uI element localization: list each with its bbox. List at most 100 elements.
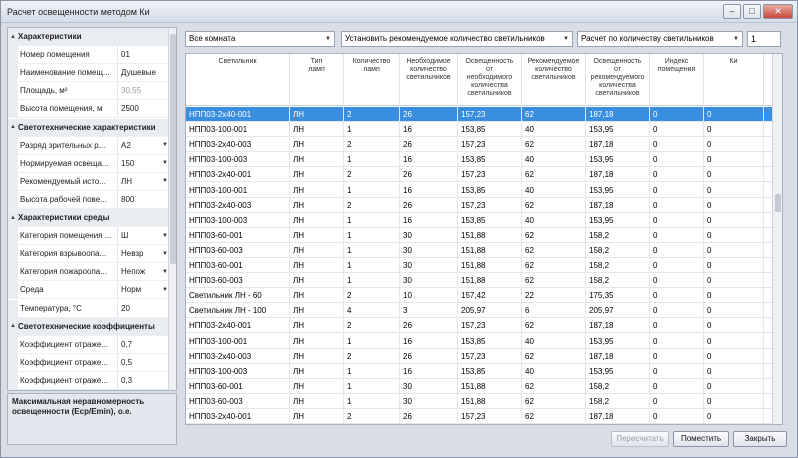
property-value[interactable]: 01 (118, 50, 170, 59)
table-row[interactable]: НПП03-2х40-001 ЛН 2 26 157,23 62 187,18 0 0 (186, 409, 774, 424)
table-row[interactable]: НПП03-60-003 ЛН 1 30 151,88 62 158,2 0 0 (186, 273, 774, 289)
property-category[interactable]: ▲ Светотехнические характеристики (8, 118, 170, 137)
table-row[interactable]: НПП03-100-003 ЛН 1 16 153,85 40 153,95 0 0 (186, 212, 774, 228)
table-cell: 1 (344, 212, 400, 228)
close-button[interactable]: Закрыть (733, 431, 787, 447)
table-scrollbar[interactable] (772, 54, 782, 424)
table-row[interactable]: НПП03-2х40-001 ЛН 2 26 157,23 62 187,18 0 0 (186, 318, 774, 334)
property-row[interactable]: Коэффициент запаса1,3 (8, 390, 170, 391)
row-gutter (8, 245, 18, 263)
collapse-icon[interactable]: ▲ (8, 215, 18, 221)
property-category[interactable]: ▲ Характеристики среды (8, 209, 170, 227)
table-cell: 30 (400, 242, 458, 258)
column-header[interactable]: Светильник (186, 54, 290, 106)
property-value[interactable]: 0,7 (118, 340, 170, 349)
collapse-icon[interactable]: ▲ (8, 323, 18, 329)
property-value[interactable]: 800 (118, 195, 170, 204)
property-value[interactable]: Непож (118, 267, 160, 276)
property-value[interactable]: Душевые (118, 68, 170, 77)
property-row[interactable]: Нормируемая освеща... 150 ▼ (8, 154, 170, 173)
property-grid-scrollbar[interactable] (168, 28, 176, 390)
main-window: Расчет освещенности методом Ки – □ ✕ ▲ Ха… (0, 0, 798, 458)
recommend-select[interactable]: Установить рекомендуемое количество свет… (341, 31, 573, 47)
property-row[interactable]: Площадь, м² 30,55 (8, 82, 170, 101)
collapse-icon[interactable]: ▲ (8, 34, 18, 40)
property-row[interactable]: Номер помещения 01 (8, 46, 170, 65)
column-header[interactable]: Освещенность от необходимого количества … (458, 54, 522, 106)
table-cell: 62 (522, 197, 586, 213)
column-header[interactable]: Количество ламп (344, 54, 400, 106)
property-value[interactable]: 30,55 (118, 86, 170, 95)
table-cell: 0 (704, 288, 764, 304)
table-row[interactable]: НПП03-60-003 ЛН 1 30 151,88 62 158,2 0 0 (186, 242, 774, 258)
table-row[interactable]: Светильник ЛН - 100 ЛН 4 3 205,97 6 205,97 0 0 (186, 303, 774, 319)
column-header[interactable]: Освещенность от рекомендуемого количеств… (586, 54, 650, 106)
column-header[interactable]: Необходимое количество светильников (400, 54, 458, 106)
column-header[interactable]: Ки (704, 54, 764, 106)
property-row[interactable]: Категория взрывоопа... Невзр ▼ (8, 245, 170, 264)
property-value[interactable]: 2500 (118, 104, 170, 113)
property-category[interactable]: ▲ Светотехнические коэффициенты (8, 317, 170, 336)
property-value[interactable]: А2 (118, 141, 160, 150)
property-row[interactable]: Разряд зрительных р... А2 ▼ (8, 136, 170, 155)
table-row[interactable]: НПП03-100-001 ЛН 1 16 153,85 40 153,95 0 0 (186, 182, 774, 198)
property-row[interactable]: Коэффициент отраже... 0,3 (8, 371, 170, 390)
place-button[interactable]: Поместить (673, 431, 729, 447)
count-input[interactable]: 1 (747, 31, 781, 47)
close-icon[interactable]: ✕ (763, 4, 793, 19)
window-title: Расчет освещенности методом Ки (7, 7, 150, 17)
table-cell: 26 (400, 409, 458, 424)
table-row[interactable]: НПП03-60-003 ЛН 1 30 151,88 62 158,2 0 0 (186, 393, 774, 409)
table-row[interactable]: НПП03-60-001 ЛН 1 30 151,88 62 158,2 0 0 (186, 258, 774, 273)
table-cell: 6 (522, 303, 586, 319)
property-value[interactable]: Норм (118, 285, 160, 294)
property-name: Коэффициент отраже... (18, 371, 118, 389)
table-row[interactable]: НПП03-100-001 ЛН 1 16 153,85 40 153,95 0 0 (186, 122, 774, 138)
minimize-icon[interactable]: – (723, 4, 741, 19)
property-value[interactable]: Невзр (118, 249, 160, 258)
property-row[interactable]: Высота рабочей пове... 800 (8, 190, 170, 209)
property-value[interactable]: 0,5 (118, 358, 170, 367)
column-header[interactable]: Рекомендуемое количество светильников (522, 54, 586, 106)
property-category[interactable]: ▲ Характеристики (8, 28, 170, 46)
table-row[interactable]: НПП03-60-001 ЛН 1 30 151,88 62 158,2 0 0 (186, 378, 774, 394)
property-row[interactable]: Категория помещения ... Ш ▼ (8, 227, 170, 246)
property-row[interactable]: Категория пожароопа... Непож ▼ (8, 263, 170, 282)
property-value[interactable]: 150 (118, 159, 160, 168)
property-row[interactable]: Температура, °С 20 (8, 299, 170, 318)
column-header[interactable]: Индекс помещения (650, 54, 704, 106)
table-cell: 0 (650, 182, 704, 198)
table-row[interactable]: НПП03-100-003 ЛН 1 16 153,85 40 153,95 0 0 (186, 152, 774, 168)
property-row[interactable]: Высота помещения, м 2500 (8, 100, 170, 119)
table-cell: 205,97 (458, 303, 522, 319)
property-row[interactable]: Коэффициент отраже... 0,7 (8, 335, 170, 354)
collapse-icon[interactable]: ▲ (8, 124, 18, 130)
room-select[interactable]: Все комната ▼ (185, 31, 335, 47)
calc-mode-select[interactable]: Расчет по количеству светильников ▼ (577, 31, 743, 47)
table-row[interactable]: НПП03-2х40-001 ЛН 2 26 157,23 62 187,18 0 0 (186, 167, 774, 183)
table-row[interactable]: НПП03-2х40-001 ЛН 2 26 157,23 62 187,18 0 0 (186, 107, 774, 122)
table-row[interactable]: НПП03-100-001 ЛН 1 16 153,85 40 153,95 0 0 (186, 333, 774, 349)
recalc-button[interactable]: Пересчитать (611, 431, 669, 447)
property-row[interactable]: Рекомендуемый исто... ЛН ▼ (8, 172, 170, 191)
table-cell: НПП03-100-003 (186, 212, 290, 228)
property-row[interactable]: Наименование помещ... Душевые (8, 64, 170, 83)
maximize-icon[interactable]: □ (743, 4, 761, 19)
column-header[interactable]: Тип ламп (290, 54, 344, 106)
property-value[interactable]: 20 (118, 304, 170, 313)
property-category-label: Светотехнические коэффициенты (18, 321, 155, 331)
table-row[interactable]: НПП03-2х40-003 ЛН 2 26 157,23 62 187,18 0 0 (186, 197, 774, 213)
room-select-value: Все комната (189, 34, 236, 43)
scrollbar-thumb[interactable] (170, 34, 176, 264)
table-row[interactable]: Светильник ЛН - 60 ЛН 2 10 157,42 22 175,35 0 0 (186, 288, 774, 304)
property-row[interactable]: Коэффициент отраже... 0,5 (8, 353, 170, 372)
property-row[interactable]: Среда Норм ▼ (8, 281, 170, 300)
table-row[interactable]: НПП03-2х40-003 ЛН 2 26 157,23 62 187,18 0 0 (186, 137, 774, 153)
table-row[interactable]: НПП03-2х40-003 ЛН 2 26 157,23 62 187,18 0 0 (186, 348, 774, 364)
table-row[interactable]: НПП03-60-001 ЛН 1 30 151,88 62 158,2 0 0 (186, 227, 774, 243)
property-value[interactable]: Ш (118, 231, 160, 240)
property-value[interactable]: ЛН (118, 177, 160, 186)
property-value[interactable]: 0,3 (118, 376, 170, 385)
table-row[interactable]: НПП03-100-003 ЛН 1 16 153,85 40 153,95 0 0 (186, 363, 774, 379)
scrollbar-thumb[interactable] (775, 194, 781, 212)
